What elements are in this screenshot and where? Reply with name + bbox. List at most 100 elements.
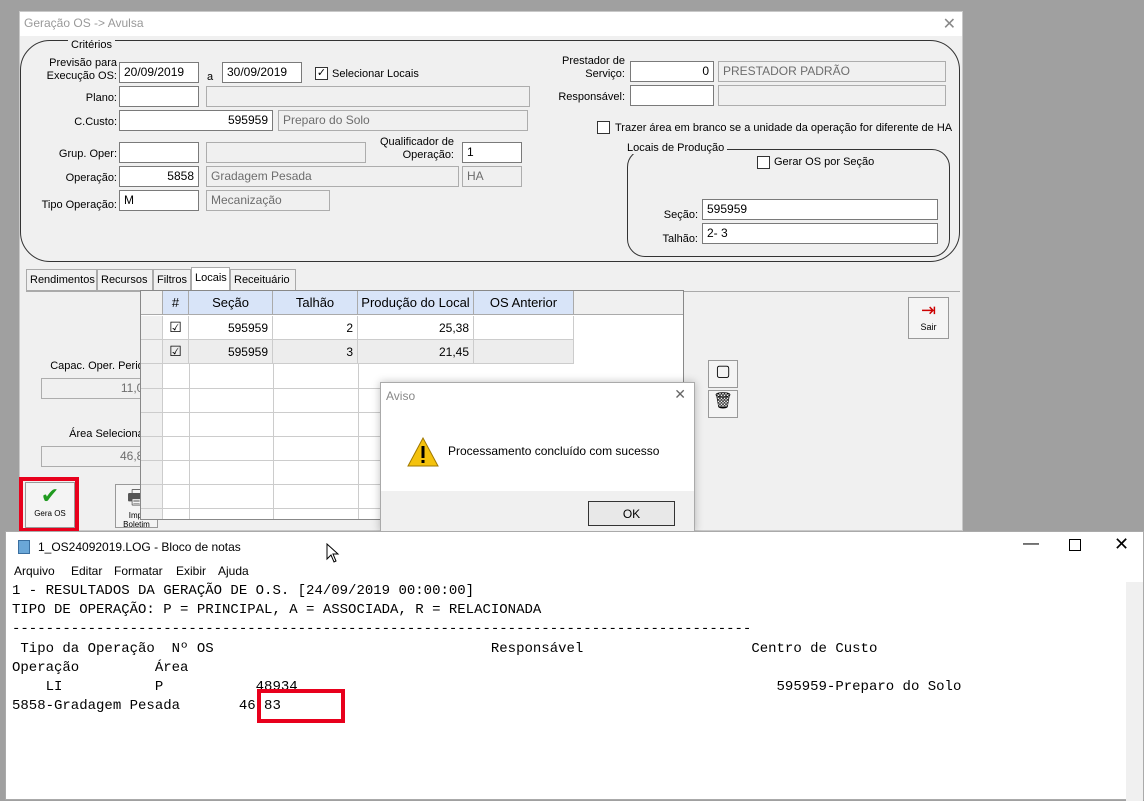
locais-producao-group: Locais de Produção Gerar OS por Seção Se… xyxy=(624,142,950,257)
notepad-titlebar: 1_OS24092019.LOG - Bloco de notas — ✕ xyxy=(6,532,1143,562)
operacao-desc: Gradagem Pesada xyxy=(206,166,459,187)
selecionar-locais-label: Selecionar Locais xyxy=(332,68,419,80)
grid-header-producao[interactable]: Produção do Local xyxy=(358,291,474,315)
qualificador-label: Qualificador de Operação: xyxy=(380,136,454,161)
notepad-window: 1_OS24092019.LOG - Bloco de notas — ✕ Ar… xyxy=(5,531,1144,801)
dialog-close-icon[interactable]: ✕ xyxy=(674,386,686,403)
exit-door-icon: ⇥ xyxy=(920,300,937,320)
locais-legend: Locais de Produção xyxy=(624,142,728,154)
ccusto-input[interactable]: 595959 xyxy=(119,110,273,131)
window-titlebar: Geração OS -> Avulsa ✕ xyxy=(20,12,962,36)
notepad-title: 1_OS24092019.LOG - Bloco de notas xyxy=(38,540,241,554)
notepad-menubar: Arquivo Editar Formatar Exibir Ajuda xyxy=(6,562,1143,582)
date-from-input[interactable]: 20/09/2019 xyxy=(119,62,199,83)
secao-input[interactable]: 595959 xyxy=(702,199,938,220)
talhao-label: Talhão: xyxy=(662,233,698,245)
date-to-input[interactable]: 30/09/2019 xyxy=(222,62,302,83)
log-line: Tipo da Operação Nº OS Responsável Centr… xyxy=(12,640,878,657)
close-icon[interactable]: ✕ xyxy=(943,14,956,34)
grid-header-talhao[interactable]: Talhão xyxy=(273,291,358,315)
plano-label: Plano: xyxy=(85,92,117,104)
tab-rendimentos[interactable]: Rendimentos xyxy=(26,269,97,291)
plano-desc xyxy=(206,86,530,107)
area-label: Área Selecionada xyxy=(69,428,156,440)
table-cell-producao[interactable]: 25,38 xyxy=(358,316,474,340)
grid-header-num[interactable]: # xyxy=(163,291,189,315)
table-cell-talhao[interactable]: 2 xyxy=(273,316,358,340)
dialog-footer: OK xyxy=(381,491,694,531)
log-line: ----------------------------------------… xyxy=(12,621,752,638)
capac-value: 11,00 xyxy=(41,378,155,399)
row-checkbox[interactable]: ☑ xyxy=(163,316,189,340)
tab-locais[interactable]: Locais xyxy=(191,267,230,291)
minimize-icon[interactable]: — xyxy=(1023,535,1039,553)
responsavel-input[interactable] xyxy=(630,85,714,106)
tab-filtros[interactable]: Filtros xyxy=(153,269,191,291)
operacao-unit: HA xyxy=(462,166,522,187)
date-a-label: a xyxy=(207,71,214,83)
log-line: 5858-Gradagem Pesada 46,83 xyxy=(12,698,281,715)
grid-header-filler xyxy=(574,291,683,315)
row-checkbox[interactable]: ☑ xyxy=(163,340,189,364)
log-line: Operação Área xyxy=(12,659,189,676)
warning-icon xyxy=(407,437,439,467)
tipo-operacao-desc: Mecanização xyxy=(206,190,330,211)
table-cell-os-anterior[interactable] xyxy=(474,340,574,364)
window-title: Geração OS -> Avulsa xyxy=(24,16,144,30)
gerar-os-secao-checkbox[interactable] xyxy=(757,156,770,169)
table-cell-secao[interactable]: 595959 xyxy=(189,316,273,340)
ccusto-desc: Preparo do Solo xyxy=(278,110,528,131)
menu-editar[interactable]: Editar xyxy=(71,564,102,578)
dialog-title: Aviso xyxy=(386,389,416,403)
trazer-area-label: Trazer área em branco se a unidade da op… xyxy=(615,122,953,134)
grid-header-os-anterior[interactable]: OS Anterior xyxy=(474,291,574,315)
mouse-cursor-icon xyxy=(326,543,340,563)
new-row-icon[interactable]: ▢ xyxy=(708,360,738,388)
menu-formatar[interactable]: Formatar xyxy=(114,564,163,578)
plano-input[interactable] xyxy=(119,86,199,107)
tab-recursos[interactable]: Recursos xyxy=(97,269,153,291)
criteria-legend: Critérios xyxy=(68,39,115,51)
notepad-text[interactable]: 1 - RESULTADOS DA GERAÇÃO DE O.S. [24/09… xyxy=(12,582,961,716)
selecionar-locais-checkbox[interactable]: ✓ xyxy=(315,67,328,80)
trash-icon[interactable]: 🗑 xyxy=(708,390,738,418)
responsavel-label: Responsável: xyxy=(558,91,625,103)
operacao-label: Operação: xyxy=(65,172,117,184)
qualificador-input[interactable]: 1 xyxy=(462,142,522,163)
operacao-input[interactable]: 5858 xyxy=(119,166,199,187)
grid-header-secao[interactable]: Seção xyxy=(189,291,273,315)
menu-arquivo[interactable]: Arquivo xyxy=(14,564,55,578)
gerar-os-secao-label: Gerar OS por Seção xyxy=(774,156,875,168)
prestador-label: Prestador de Serviço: xyxy=(562,55,625,80)
notepad-scrollbar[interactable] xyxy=(1126,582,1143,801)
trazer-area-checkbox[interactable] xyxy=(597,121,610,134)
table-cell-talhao[interactable]: 3 xyxy=(273,340,358,364)
menu-exibir[interactable]: Exibir xyxy=(176,564,206,578)
table-cell-os-anterior[interactable] xyxy=(474,316,574,340)
prestador-desc: PRESTADOR PADRÃO xyxy=(718,61,946,82)
capac-label: Capac. Oper. Periodo xyxy=(50,360,156,372)
table-cell-secao[interactable]: 595959 xyxy=(189,340,273,364)
table-cell-producao[interactable]: 21,45 xyxy=(358,340,474,364)
highlight-gera-os xyxy=(19,477,79,532)
notepad-close-icon[interactable]: ✕ xyxy=(1114,534,1129,555)
tipo-operacao-input[interactable]: M xyxy=(119,190,199,211)
tipo-operacao-label: Tipo Operação: xyxy=(41,199,117,211)
sair-button[interactable]: ⇥ Sair xyxy=(908,297,949,339)
previsao-label: Previsão para Execução OS: xyxy=(46,57,117,82)
highlight-os-number xyxy=(257,689,345,723)
menu-ajuda[interactable]: Ajuda xyxy=(218,564,249,578)
talhao-input[interactable]: 2- 3 xyxy=(702,223,938,244)
maximize-icon[interactable] xyxy=(1069,539,1081,551)
prestador-input[interactable]: 0 xyxy=(630,61,714,82)
notepad-icon xyxy=(18,540,30,554)
tab-receituario[interactable]: Receituário xyxy=(230,269,296,291)
grup-oper-label: Grup. Oper: xyxy=(58,148,117,160)
ok-button[interactable]: OK xyxy=(588,501,675,526)
secao-label: Seção: xyxy=(663,209,698,221)
row-indicator xyxy=(141,340,163,364)
ccusto-label: C.Custo: xyxy=(74,116,117,128)
grid-corner xyxy=(141,291,163,315)
grup-oper-input[interactable] xyxy=(119,142,199,163)
aviso-dialog: Aviso ✕ Processamento concluído com suce… xyxy=(380,382,695,532)
